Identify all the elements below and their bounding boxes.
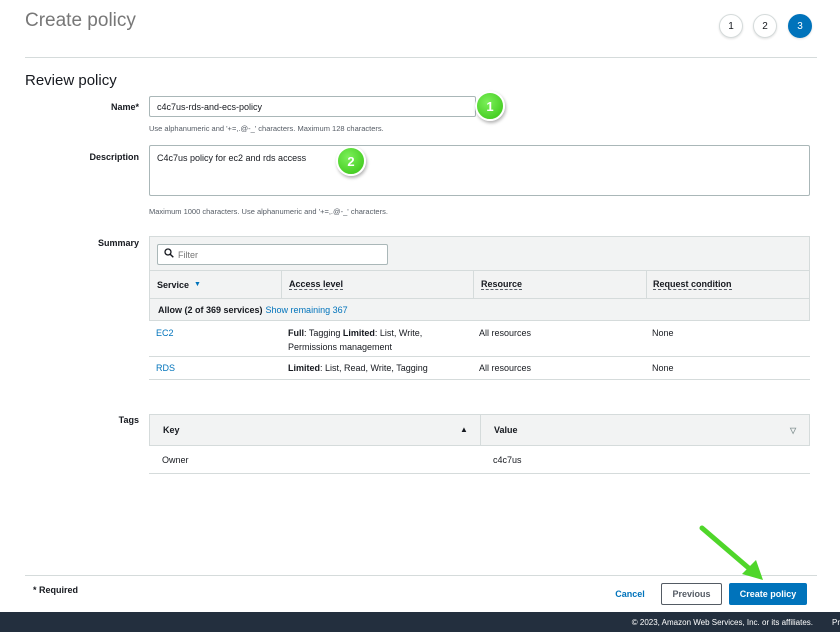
access-text: : List, Read, Write, Tagging [320, 363, 428, 373]
summary-column-headers: Service ▼ Access level Resource Request … [149, 271, 810, 299]
tags-label: Tags [118, 415, 139, 425]
tags-column-headers: Key ▲ Value ▽ [149, 414, 810, 446]
header-divider [25, 57, 817, 58]
name-input[interactable]: c4c7us-rds-and-ecs-policy [149, 96, 476, 117]
access-text: : List, Write, [374, 328, 423, 338]
copyright-text: © 2023, Amazon Web Services, Inc. or its… [631, 618, 813, 627]
column-service-label: Service [157, 279, 190, 290]
marker-1: 1 [475, 91, 505, 121]
access-limited: Limited [288, 363, 321, 373]
sort-down-icon[interactable]: ▽ [790, 426, 796, 435]
show-remaining-link[interactable]: Show remaining 367 [266, 305, 348, 315]
description-label: Description [89, 152, 139, 162]
description-value: C4c7us policy for ec2 and rds access [157, 153, 307, 163]
resource-cell: All resources [479, 363, 532, 373]
access-full: Full [288, 328, 304, 338]
access-limited: Limited [342, 328, 375, 338]
required-note: * Required [33, 585, 79, 595]
section-title: Review policy [25, 72, 117, 89]
name-input-value: c4c7us-rds-and-ecs-policy [157, 101, 263, 112]
green-arrow-icon [699, 525, 763, 580]
table-row: RDS Limited: List, Read, Write, Tagging … [149, 357, 810, 380]
sort-up-icon[interactable]: ▲ [460, 425, 468, 434]
column-request-condition[interactable]: Request condition [646, 271, 809, 298]
column-key[interactable]: Key [156, 415, 476, 445]
description-textarea[interactable]: C4c7us policy for ec2 and rds access [149, 145, 810, 196]
allow-count: Allow (2 of 369 services) [158, 304, 263, 315]
search-icon [164, 248, 174, 261]
tag-key-cell: Owner [162, 455, 189, 465]
service-link-ec2[interactable]: EC2 [156, 328, 174, 338]
summary-label: Summary [97, 238, 139, 248]
allow-summary-row: Allow (2 of 369 services) Show remaining… [149, 299, 810, 321]
step-1[interactable]: 1 [719, 14, 743, 38]
column-access-level-label: Access level [289, 279, 344, 290]
marker-2: 2 [336, 146, 366, 176]
condition-cell: None [652, 363, 674, 373]
column-resource[interactable]: Resource [474, 271, 646, 298]
summary-toolbar [149, 236, 810, 271]
condition-cell: None [652, 328, 674, 338]
service-link-rds[interactable]: RDS [156, 363, 175, 373]
step-3[interactable]: 3 [788, 14, 812, 38]
column-value[interactable]: Value [487, 415, 787, 445]
access-text: Permissions management [288, 342, 393, 352]
summary-table: Service ▼ Access level Resource Request … [149, 236, 810, 380]
tags-table: Key ▲ Value ▽ Owner c4c7us [149, 414, 810, 474]
access-level-cell: Full: Tagging Limited: List, Write, Perm… [288, 326, 422, 354]
privacy-link[interactable]: Privacy [832, 618, 840, 627]
table-row: Owner c4c7us [149, 446, 810, 474]
column-divider [480, 415, 481, 445]
column-resource-label: Resource [481, 279, 523, 290]
filter-input[interactable] [178, 249, 368, 260]
access-text: : Tagging [304, 328, 343, 338]
cancel-button[interactable]: Cancel [607, 583, 653, 605]
tag-value-cell: c4c7us [493, 455, 522, 465]
filter-field[interactable] [157, 244, 388, 265]
sort-down-icon: ▼ [194, 281, 201, 288]
column-key-label: Key [163, 425, 180, 435]
column-value-label: Value [494, 425, 518, 435]
resource-cell: All resources [479, 328, 532, 338]
name-help: Use alphanumeric and '+=,.@-_' character… [149, 124, 384, 133]
console-footer: © 2023, Amazon Web Services, Inc. or its… [0, 612, 840, 632]
access-level-cell: Limited: List, Read, Write, Tagging [288, 361, 428, 375]
page-title: Create policy [25, 10, 136, 31]
name-label: Name* [110, 102, 139, 112]
create-policy-button[interactable]: Create policy [729, 583, 807, 605]
description-help: Maximum 1000 characters. Use alphanumeri… [149, 207, 388, 216]
column-service[interactable]: Service ▼ [150, 271, 282, 298]
column-request-condition-label: Request condition [653, 279, 732, 290]
table-row: EC2 Full: Tagging Limited: List, Write, … [149, 321, 810, 357]
step-2[interactable]: 2 [753, 14, 777, 38]
column-access-level[interactable]: Access level [282, 271, 473, 298]
previous-button[interactable]: Previous [661, 583, 722, 605]
